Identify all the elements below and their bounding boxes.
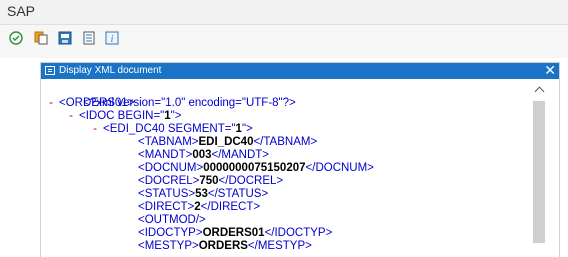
xml-value: EDI_DC40	[198, 136, 254, 148]
xml-close-tag: ">	[241, 123, 253, 135]
dialog-header: Display XML document ✕	[41, 63, 559, 79]
xml-close-tag: </STATUS>	[207, 188, 269, 200]
xml-open-tag: <TABNAM>	[138, 136, 199, 148]
collapse-toggle[interactable]: -	[49, 97, 59, 110]
xml-close-tag: </MESTYP>	[247, 240, 312, 252]
xml-value: 0000000075150207	[203, 162, 306, 174]
xml-line: <STATUS>53</STATUS>	[49, 188, 531, 201]
scroll-thumb[interactable]	[533, 101, 545, 243]
xml-line: <TABNAM>EDI_DC40</TABNAM>	[49, 136, 531, 149]
xml-close-tag: </DIRECT>	[200, 201, 261, 213]
xml-open-tag: <DOCNUM>	[138, 162, 204, 174]
xml-line: <DOCREL>750</DOCREL>	[49, 175, 531, 188]
xml-viewer: <?xml version="1.0" encoding="UTF-8"?> -…	[49, 84, 531, 257]
xml-value: ORDERS	[198, 240, 248, 252]
xml-open-tag: <MESTYP>	[138, 240, 199, 252]
xml-dialog: Display XML document ✕ <?xml version="1.…	[41, 63, 559, 257]
xml-line: <OUTMOD/>	[49, 214, 531, 227]
copy-icon[interactable]	[34, 31, 48, 45]
print-icon[interactable]	[82, 31, 96, 45]
scroll-up-icon[interactable]	[534, 84, 546, 96]
collapse-toggle[interactable]: -	[49, 123, 103, 136]
xml-close-tag: </IDOCTYP>	[264, 227, 333, 239]
xml-value: 53	[195, 188, 208, 200]
xml-close-tag: </TABNAM>	[253, 136, 318, 148]
app-header: SAP	[0, 0, 568, 25]
xml-open-tag: <OUTMOD/>	[138, 214, 206, 226]
xml-close-tag: </DOCNUM>	[305, 162, 374, 174]
svg-text:i: i	[111, 34, 114, 45]
execute-icon[interactable]	[9, 31, 23, 45]
xml-open-tag: <ORDERS01>	[59, 97, 135, 109]
xml-line: <DOCNUM>0000000075150207</DOCNUM>	[49, 162, 531, 175]
xml-open-tag: <DIRECT>	[138, 201, 195, 213]
xml-open-tag: <IDOCTYP>	[138, 227, 203, 239]
save-icon[interactable]	[58, 31, 72, 45]
xml-open-tag: <STATUS>	[138, 188, 196, 200]
xml-line: - <IDOC BEGIN="1">	[49, 110, 531, 123]
xml-line: <DIRECT>2</DIRECT>	[49, 201, 531, 214]
app-title: SAP	[7, 3, 36, 19]
close-button[interactable]: ✕	[544, 63, 556, 78]
info-icon[interactable]: i	[105, 31, 119, 45]
xml-close-tag: ">	[170, 110, 182, 122]
xml-line: <IDOCTYP>ORDERS01</IDOCTYP>	[49, 227, 531, 240]
xml-value: ORDERS01	[202, 227, 265, 239]
xml-open-tag: <DOCREL>	[138, 175, 200, 187]
collapse-toggle[interactable]: -	[49, 110, 79, 123]
window-icon	[45, 66, 55, 75]
scrollbar[interactable]	[533, 84, 547, 257]
xml-open-tag: <IDOC BEGIN="	[79, 110, 165, 122]
xml-line: <MANDT>003</MANDT>	[49, 149, 531, 162]
xml-line: <MESTYP>ORDERS</MESTYP>	[49, 240, 531, 253]
xml-open-tag: <EDI_DC40 SEGMENT="	[103, 123, 236, 135]
xml-value: 003	[192, 149, 212, 161]
xml-close-tag: </DOCREL>	[218, 175, 284, 187]
xml-value: 750	[199, 175, 219, 187]
xml-open-tag: <MANDT>	[138, 149, 193, 161]
xml-line: - <EDI_DC40 SEGMENT="1">	[49, 123, 531, 136]
toolbar: i	[0, 25, 568, 58]
xml-close-tag: </MANDT>	[211, 149, 270, 161]
dialog-title: Display XML document	[59, 65, 162, 76]
xml-declaration: <?xml version="1.0" encoding="UTF-8"?>	[49, 84, 531, 109]
